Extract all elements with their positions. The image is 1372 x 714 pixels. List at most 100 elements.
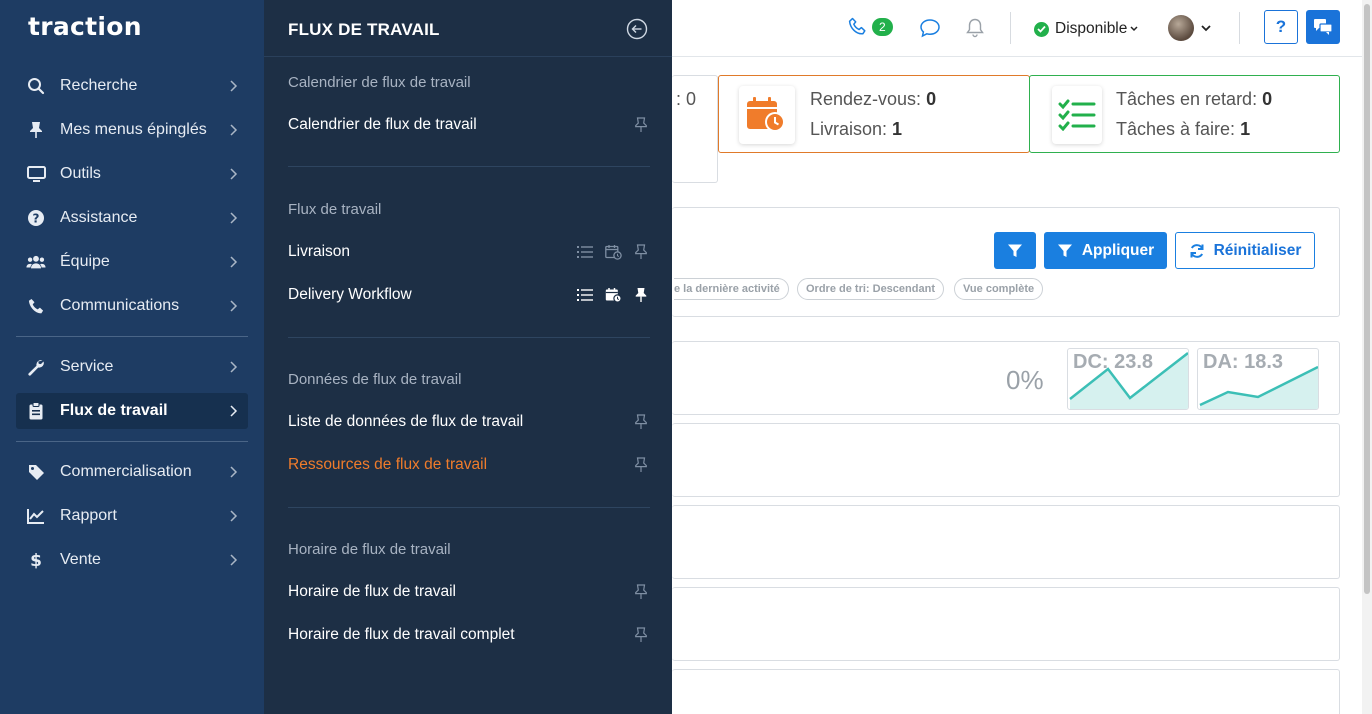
flyout-item-livraison[interactable]: Livraison: [288, 241, 650, 263]
filter-button[interactable]: [994, 232, 1036, 269]
sidebar-item-flux-de-travail[interactable]: Flux de travail: [16, 393, 248, 429]
pin-icon[interactable]: [632, 456, 650, 474]
list-row[interactable]: [672, 587, 1340, 661]
apply-button[interactable]: Appliquer: [1044, 232, 1167, 269]
flyout-header-divider: [264, 56, 672, 57]
messages-button[interactable]: [1306, 10, 1340, 44]
chevron-right-icon: [230, 510, 238, 522]
todo-tasks-line: Tâches à faire: 1: [1116, 119, 1250, 140]
stat-card-partial: : 0: [672, 75, 718, 183]
stat-label: Tâches à faire:: [1116, 119, 1241, 139]
list-icon[interactable]: [576, 243, 594, 261]
flyout-item-ressources[interactable]: Ressources de flux de travail: [288, 454, 650, 476]
flyout-item-calendrier[interactable]: Calendrier de flux de travail: [288, 114, 650, 136]
chevron-down-icon: [1201, 24, 1211, 31]
list-row[interactable]: [672, 669, 1340, 714]
da-sparkline-card: DA: 18.3: [1197, 348, 1319, 410]
chevron-right-icon: [230, 405, 238, 417]
da-label: DA: 18.3: [1203, 351, 1284, 373]
calendar-clock-icon[interactable]: [604, 243, 622, 261]
reset-button[interactable]: Réinitialiser: [1175, 232, 1315, 269]
section-heading: Flux de travail: [288, 201, 382, 218]
sidebar-item-label: Rapport: [60, 507, 117, 524]
sidebar-item-commercialisation[interactable]: Commercialisation: [16, 454, 248, 490]
stat-label: Tâches en retard:: [1116, 89, 1263, 109]
flyout-item-label: Horaire de flux de travail complet: [288, 626, 515, 643]
tasks-card[interactable]: Tâches en retard: 0 Tâches à faire: 1: [1029, 75, 1340, 153]
sidebar-divider: [16, 336, 248, 337]
percent-value: 0%: [1006, 365, 1044, 395]
pin-icon[interactable]: [632, 583, 650, 601]
filter-chip[interactable]: Ordre de tri: Descendant: [797, 278, 944, 300]
sidebar-divider: [16, 441, 248, 442]
user-menu[interactable]: [1168, 15, 1212, 41]
sidebar-item-outils[interactable]: Outils: [16, 156, 248, 192]
traction-logo[interactable]: traction: [28, 12, 142, 41]
help-button[interactable]: ?: [1264, 10, 1298, 44]
list-icon[interactable]: [576, 286, 594, 304]
phone-icon: [848, 17, 866, 35]
calendar-clock-icon: [739, 86, 795, 144]
question-icon: ?: [26, 208, 46, 228]
sidebar-item-label: Vente: [60, 551, 101, 568]
sidebar-item-vente[interactable]: $ Vente: [16, 542, 248, 578]
team-icon: [26, 252, 46, 272]
chevron-right-icon: [230, 124, 238, 136]
pin-icon[interactable]: [632, 286, 650, 304]
filter-icon: [1008, 244, 1022, 257]
flyout-item-label: Liste de données de flux de travail: [288, 413, 524, 430]
sidebar-item-assistance[interactable]: ? Assistance: [16, 200, 248, 236]
pin-icon[interactable]: [632, 626, 650, 644]
question-mark-icon: ?: [1264, 10, 1298, 44]
chevron-right-icon: [230, 300, 238, 312]
filter-chip[interactable]: e la dernière activité: [674, 278, 789, 300]
appointments-line: Rendez-vous: 0: [810, 89, 936, 110]
filter-chip[interactable]: Vue complète: [954, 278, 1044, 300]
calls-button[interactable]: 2: [848, 17, 893, 37]
back-arrow-icon[interactable]: [626, 18, 648, 40]
list-row[interactable]: [672, 423, 1340, 497]
flyout-item-horaire-complet[interactable]: Horaire de flux de travail complet: [288, 624, 650, 646]
stat-value: 1: [1240, 119, 1251, 139]
stat-value: 0: [1262, 89, 1273, 109]
sidebar-item-label: Communications: [60, 297, 180, 314]
flyout-item-horaire[interactable]: Horaire de flux de travail: [288, 581, 650, 603]
sidebar-item-pinned-menus[interactable]: Mes menus épinglés: [16, 112, 248, 148]
section-heading: Données de flux de travail: [288, 371, 462, 388]
list-row[interactable]: [672, 505, 1340, 579]
svg-text:?: ?: [33, 212, 40, 226]
sidebar-item-communications[interactable]: Communications: [16, 288, 248, 324]
flyout-item-label: Delivery Workflow: [288, 286, 412, 303]
sidebar-item-service[interactable]: Service: [16, 349, 248, 385]
svg-text:$: $: [30, 551, 42, 569]
sidebar-item-rapport[interactable]: Rapport: [16, 498, 248, 534]
chevron-right-icon: [230, 168, 238, 180]
flyout-item-label: Ressources de flux de travail: [288, 456, 488, 473]
flyout-item-liste-donnees[interactable]: Liste de données de flux de travail: [288, 411, 650, 433]
calendar-clock-icon[interactable]: [604, 286, 622, 304]
dollar-icon: $: [26, 550, 46, 570]
notifications-button[interactable]: [965, 17, 985, 39]
sidebar-item-equipe[interactable]: Équipe: [16, 244, 248, 280]
sidebar-item-label: Mes menus épinglés: [60, 121, 207, 138]
dc-sparkline-card: DC: 23.8: [1067, 348, 1189, 410]
appointments-card[interactable]: Rendez-vous: 0 Livraison: 1: [718, 75, 1030, 153]
flyout-item-delivery-workflow[interactable]: Delivery Workflow: [288, 284, 650, 306]
page-scrollbar[interactable]: [1362, 0, 1372, 714]
sidebar-item-label: Flux de travail: [60, 402, 168, 419]
flyout-item-label: Calendrier de flux de travail: [288, 116, 477, 133]
pin-icon[interactable]: [632, 413, 650, 431]
apply-label: Appliquer: [1081, 241, 1155, 259]
avatar: [1168, 15, 1194, 41]
monitor-icon: [26, 164, 46, 184]
dc-label: DC: 23.8: [1073, 351, 1154, 373]
chat-bubble-button[interactable]: [919, 18, 941, 38]
section-heading: Horaire de flux de travail: [288, 541, 451, 558]
scrollbar-thumb[interactable]: [1364, 4, 1370, 594]
section-divider: [288, 337, 650, 338]
pin-icon[interactable]: [632, 116, 650, 134]
sidebar-item-recherche[interactable]: Recherche: [16, 68, 248, 104]
pin-icon[interactable]: [632, 243, 650, 261]
topbar-divider: [1010, 12, 1011, 44]
status-dropdown[interactable]: Disponible: [1034, 20, 1139, 38]
